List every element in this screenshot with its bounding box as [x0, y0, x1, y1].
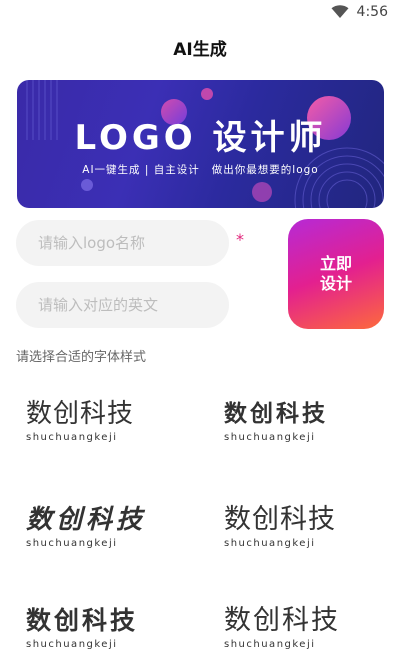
banner-subtitle: AI一键生成 | 自主设计 做出你最想要的logo	[17, 162, 384, 177]
promo-banner: LOGO 设计师 AI一键生成 | 自主设计 做出你最想要的logo	[17, 80, 384, 208]
font-option-6[interactable]: 数创科技 shuchuangkeji	[224, 605, 384, 667]
font-sample: 数创科技	[224, 504, 336, 535]
english-name-input[interactable]	[16, 282, 229, 328]
font-pinyin: shuchuangkeji	[26, 432, 118, 443]
font-sample: 数创科技	[224, 605, 340, 636]
status-bar: 4:56	[0, 0, 400, 26]
banner-headline: LOGO 设计师	[74, 118, 327, 158]
clock: 4:56	[356, 4, 388, 20]
font-sample: 数创科技	[26, 606, 139, 635]
title-bar: AI生成	[0, 30, 400, 64]
font-section-label: 请选择合适的字体样式	[16, 350, 147, 365]
font-pinyin: shuchuangkeji	[224, 639, 316, 650]
font-option-3[interactable]: 数创科技 shuchuangkeji	[26, 504, 186, 566]
wifi-icon	[331, 5, 349, 18]
font-option-4[interactable]: 数创科技 shuchuangkeji	[224, 504, 384, 566]
font-sample: 数创科技	[26, 505, 147, 535]
font-option-1[interactable]: 数创科技 shuchuangkeji	[26, 398, 186, 460]
design-now-label: 立即设计	[319, 254, 352, 293]
font-pinyin: shuchuangkeji	[224, 432, 316, 443]
page-title: AI生成	[173, 39, 227, 60]
font-pinyin: shuchuangkeji	[224, 538, 316, 549]
logo-name-input[interactable]	[16, 220, 229, 266]
font-pinyin: shuchuangkeji	[26, 538, 118, 549]
font-pinyin: shuchuangkeji	[26, 639, 118, 650]
font-sample: 数创科技	[224, 401, 328, 427]
required-mark: *	[236, 230, 244, 249]
font-sample: 数创科技	[26, 399, 135, 429]
font-option-2[interactable]: 数创科技 shuchuangkeji	[224, 398, 384, 460]
status-icons: 4:56	[331, 4, 388, 20]
banner-subtitle-left: AI一键生成 | 自主设计	[82, 164, 200, 176]
font-option-5[interactable]: 数创科技 shuchuangkeji	[26, 605, 186, 667]
design-now-button[interactable]: 立即设计	[288, 219, 384, 329]
banner-subtitle-right: 做出你最想要的logo	[211, 164, 319, 176]
